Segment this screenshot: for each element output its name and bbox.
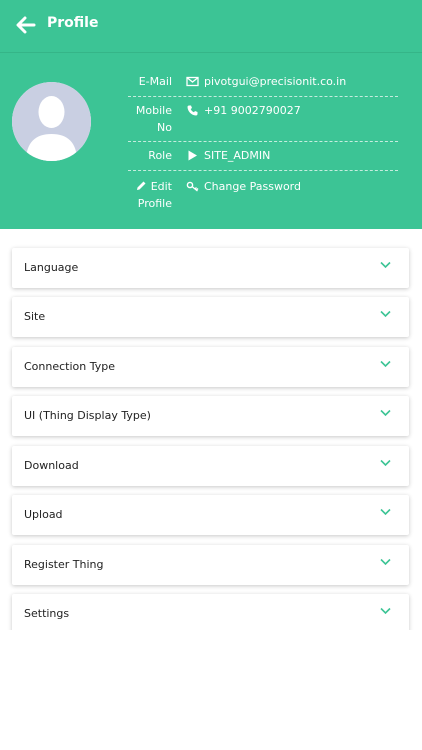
edit-label-line2: Profile <box>137 197 172 210</box>
mobile-value-wrap: +91 9002790027 <box>186 102 301 119</box>
email-value: pivotgui@precisionit.co.in <box>204 75 347 88</box>
section-label: Language <box>24 261 79 274</box>
section-upload[interactable]: Upload <box>12 495 409 535</box>
key-icon <box>186 180 199 193</box>
chevron-down-icon <box>380 360 391 368</box>
profile-card: E-Mail pivotgui@precisionit.co.in Mobile… <box>0 52 422 229</box>
section-label: Site <box>24 310 46 323</box>
envelope-icon <box>186 75 199 88</box>
chevron-down-icon <box>380 409 391 417</box>
section-label: Download <box>24 459 79 472</box>
section-language[interactable]: Language <box>12 248 409 288</box>
section-site[interactable]: Site <box>12 297 409 337</box>
section-label: Upload <box>24 508 63 521</box>
pencil-icon <box>136 179 147 190</box>
chevron-down-icon <box>380 607 391 615</box>
edit-label-line1: Edit <box>150 180 172 193</box>
user-silhouette-icon <box>12 82 91 161</box>
section-label: Connection Type <box>24 360 116 373</box>
chevron-down-icon <box>380 508 391 516</box>
section-ui-thing-display-type[interactable]: UI (Thing Display Type) <box>12 396 409 436</box>
play-icon <box>186 149 199 162</box>
change-password-label: Change Password <box>204 180 301 193</box>
mobile-label: Mobile No <box>128 102 172 136</box>
chevron-down-icon <box>380 261 391 269</box>
section-register-thing[interactable]: Register Thing <box>12 545 409 585</box>
phone-icon <box>186 104 199 117</box>
email-value-wrap: pivotgui@precisionit.co.in <box>186 73 346 90</box>
mobile-label-line2: No <box>157 121 172 134</box>
change-password-link[interactable]: Change Password <box>186 178 301 195</box>
section-download[interactable]: Download <box>12 446 409 486</box>
chevron-down-icon <box>380 459 391 467</box>
section-settings[interactable]: Settings <box>12 594 409 634</box>
role-value: SITE_ADMIN <box>204 149 271 162</box>
role-value-wrap: SITE_ADMIN <box>186 147 270 164</box>
email-label: E-Mail <box>138 75 172 88</box>
section-label: UI (Thing Display Type) <box>24 409 151 422</box>
section-label: Register Thing <box>24 558 104 571</box>
section-label: Settings <box>24 607 70 620</box>
page-title: Profile <box>47 15 99 31</box>
section-connection-type[interactable]: Connection Type <box>12 347 409 387</box>
mobile-label-line1: Mobile <box>135 104 172 117</box>
chevron-down-icon <box>380 310 391 318</box>
role-row: Role SITE_ADMIN <box>128 142 398 171</box>
role-label: Role <box>148 149 172 162</box>
app-bar: Profile <box>0 0 422 52</box>
edit-profile-link[interactable]: Edit Profile <box>128 178 172 212</box>
viewport-clip <box>0 630 422 750</box>
avatar <box>12 82 91 161</box>
chevron-down-icon <box>380 558 391 566</box>
actions-row: Edit Profile Change Password <box>128 176 398 216</box>
email-row: E-Mail pivotgui@precisionit.co.in <box>128 71 398 97</box>
back-arrow-icon[interactable] <box>16 15 36 35</box>
mobile-value: +91 9002790027 <box>204 104 301 117</box>
mobile-row: Mobile No +91 9002790027 <box>128 97 398 142</box>
